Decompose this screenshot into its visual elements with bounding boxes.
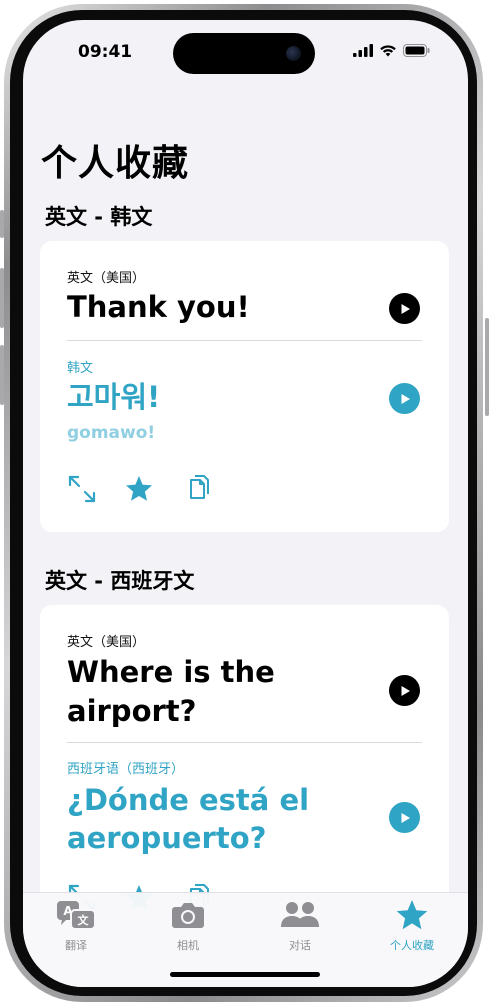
play-icon (401, 303, 410, 314)
status-time: 09:41 (78, 42, 133, 62)
expand-icon[interactable] (67, 474, 97, 504)
screen: 09:41 个人收藏 英文 - 韩文 英文（美国） Thank you! 韩文 … (23, 20, 468, 987)
battery-icon (403, 44, 430, 57)
camera-lens (286, 46, 301, 61)
power-button (485, 318, 489, 416)
play-icon (401, 393, 410, 404)
play-source-button[interactable] (389, 293, 420, 324)
tab-label-conversation: 对话 (289, 939, 311, 952)
status-icons (353, 44, 430, 57)
romanization: gomawo! (67, 423, 156, 443)
target-phrase-line-1: ¿Dónde está el (67, 783, 310, 817)
dynamic-island (173, 33, 315, 74)
target-phrase-line-2: aeropuerto? (67, 821, 267, 855)
favorite-card-en-ko[interactable]: 英文（美国） Thank you! 韩文 고마워! gomawo! (40, 241, 449, 532)
svg-text:文: 文 (78, 913, 90, 927)
tab-favorites[interactable]: 个人收藏 (362, 899, 462, 953)
tab-label-translate: 翻译 (65, 939, 87, 952)
tab-camera[interactable]: 相机 (138, 899, 238, 953)
signal-icon (353, 44, 373, 57)
divider (67, 340, 422, 341)
source-phrase-line-2: airport? (67, 694, 197, 728)
play-source-button[interactable] (389, 675, 420, 706)
play-target-button[interactable] (389, 383, 420, 414)
source-phrase: Thank you! (67, 290, 250, 324)
section-title-en-es: 英文 - 西班牙文 (45, 569, 195, 593)
action-button (0, 210, 4, 238)
camera-icon (172, 903, 204, 928)
page-title: 个人收藏 (41, 143, 190, 184)
home-indicator (170, 972, 320, 977)
copy-icon[interactable] (183, 474, 213, 504)
volume-up-button (0, 268, 4, 328)
source-language-label: 英文（美国） (67, 635, 146, 650)
source-phrase-line-1: Where is the (67, 655, 275, 689)
play-icon (401, 685, 410, 696)
star-icon[interactable] (124, 474, 154, 504)
source-language-label: 英文（美国） (67, 271, 146, 286)
star-icon (396, 900, 428, 930)
tab-label-favorites: 个人收藏 (390, 939, 434, 952)
volume-down-button (0, 345, 4, 405)
favorite-card-en-es[interactable]: 英文（美国） Where is the airport? 西班牙语（西班牙） ¿… (40, 605, 449, 925)
conversation-icon (281, 902, 319, 927)
tab-conversation[interactable]: 对话 (250, 899, 350, 953)
section-title-en-ko: 英文 - 韩文 (45, 205, 153, 229)
target-language-label: 韩文 (67, 361, 94, 376)
play-icon (401, 812, 410, 823)
divider (67, 742, 422, 743)
target-phrase: 고마워! (67, 380, 161, 414)
wifi-icon (380, 45, 396, 57)
play-target-button[interactable] (389, 802, 420, 833)
translate-icon: A 文 (57, 901, 96, 930)
target-language-label: 西班牙语（西班牙） (67, 762, 185, 777)
tab-translate[interactable]: A 文 翻译 (26, 899, 126, 953)
tab-label-camera: 相机 (177, 939, 199, 952)
